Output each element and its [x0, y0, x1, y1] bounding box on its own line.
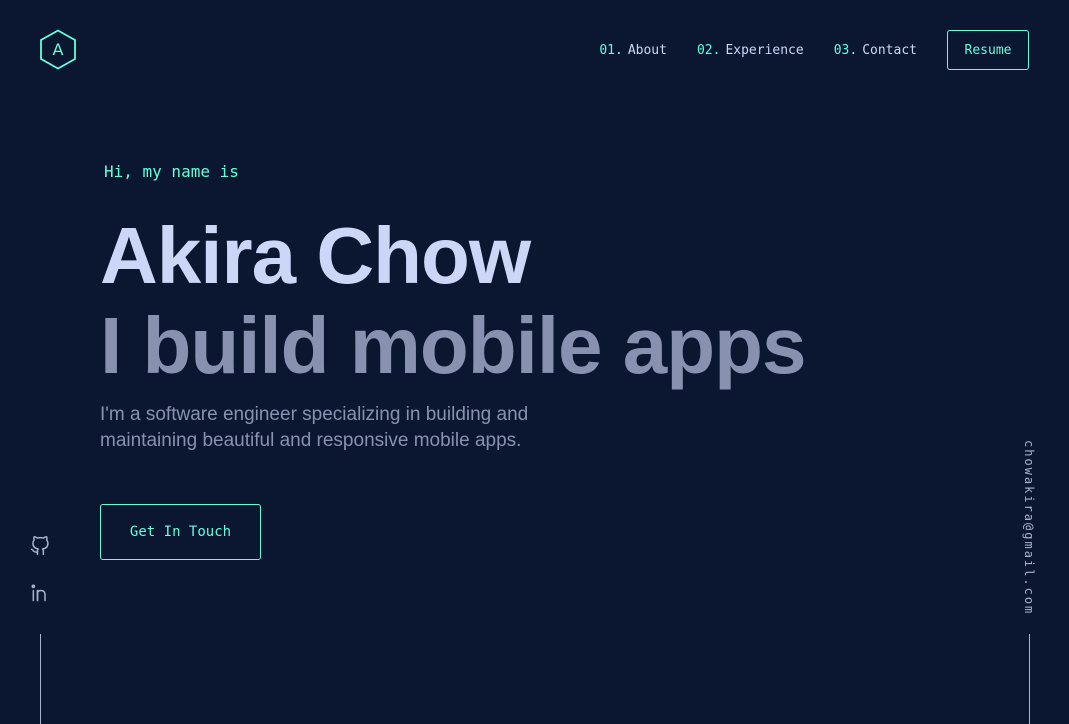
logo-letter: A: [52, 40, 64, 59]
right-divider-line: [1029, 634, 1030, 724]
nav-item-about[interactable]: 01. About: [599, 43, 667, 58]
hero-name: Akira Chow: [100, 211, 531, 300]
left-divider-line: [40, 634, 41, 724]
hero-intro: I'm a software engineer specializing in …: [100, 404, 529, 451]
nav-label: Contact: [862, 42, 917, 58]
resume-button[interactable]: Resume: [947, 30, 1029, 70]
nav-label: Experience: [725, 42, 804, 58]
linkedin-link[interactable]: [30, 583, 50, 603]
linkedin-icon: [31, 584, 46, 602]
github-link[interactable]: [30, 536, 50, 556]
nav-number: 02.: [696, 42, 721, 58]
nav-label: About: [627, 42, 667, 58]
nav-number: 01.: [599, 42, 623, 58]
logo[interactable]: A: [39, 29, 77, 70]
email-sidebar: chowakira@gmail.com: [1019, 440, 1039, 615]
hero-greeting: Hi, my name is: [104, 162, 239, 181]
nav-item-contact[interactable]: 03. Contact: [834, 43, 917, 58]
github-icon: [30, 536, 49, 556]
nav-item-experience[interactable]: 02. Experience: [697, 43, 804, 58]
main-nav: 01. About 02. Experience 03. Contact Res…: [599, 30, 1029, 70]
email-link[interactable]: chowakira@gmail.com: [1022, 440, 1036, 615]
nav-number: 03.: [833, 42, 858, 58]
hero-tagline: I build mobile apps: [100, 301, 806, 390]
get-in-touch-button[interactable]: Get In Touch: [100, 504, 261, 560]
